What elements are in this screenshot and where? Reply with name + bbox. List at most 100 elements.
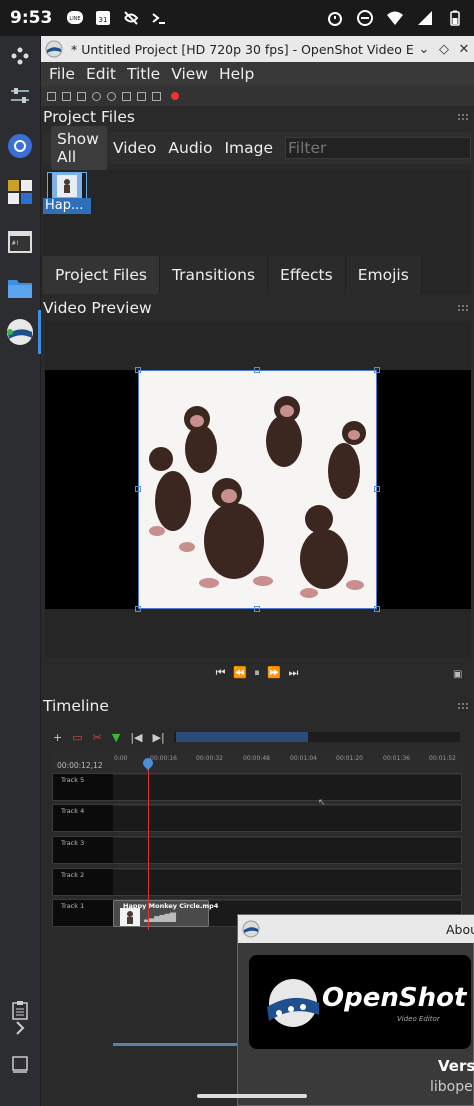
about-dialog-titlebar[interactable]: Abou — [238, 915, 474, 943]
transform-handle[interactable] — [374, 486, 380, 492]
project-files-list: Hap... — [43, 170, 471, 256]
pause-icon[interactable]: ⏸ — [254, 666, 262, 679]
filter-video-button[interactable]: Video — [107, 135, 162, 161]
chromium-icon[interactable] — [4, 130, 36, 162]
filter-input[interactable] — [285, 137, 471, 159]
transform-handle[interactable] — [254, 606, 260, 612]
razor-icon[interactable]: ✂ — [93, 731, 102, 744]
jump-start-icon[interactable]: ⏮ — [216, 666, 228, 679]
project-file-item[interactable]: Hap... — [43, 170, 91, 214]
filter-audio-button[interactable]: Audio — [162, 135, 218, 161]
timeline-ruler[interactable]: 00:00:12,12 0:00 00:00:16 00:00:32 00:00… — [52, 752, 464, 774]
logo-subtitle: Video Editor — [397, 1015, 440, 1023]
svg-text:LINE: LINE — [70, 16, 81, 22]
playback-controls: ⏮ ⏪ ⏸ ⏩ ⏭ — [45, 666, 471, 682]
svg-text:31: 31 — [99, 16, 108, 24]
transform-handle[interactable] — [374, 606, 380, 612]
undo-icon[interactable] — [92, 91, 101, 101]
minimize-button[interactable]: ⌄ — [414, 42, 434, 57]
chevron-right-icon[interactable] — [4, 1012, 36, 1044]
playhead-line[interactable] — [148, 760, 149, 930]
ruler-tick-label: 00:00:32 — [196, 755, 223, 762]
snapshot-icon[interactable]: ▣ — [453, 669, 462, 680]
rewind-icon[interactable]: ⏪ — [233, 666, 249, 679]
file-manager-icon[interactable] — [4, 272, 36, 304]
transform-handle[interactable] — [374, 367, 380, 373]
menu-help[interactable]: Help — [219, 65, 254, 83]
timeline-timecode: 00:00:12,12 — [57, 761, 103, 770]
export-record-icon[interactable] — [171, 92, 179, 100]
window-titlebar[interactable]: * Untitled Project [HD 720p 30 fps] - Op… — [41, 36, 474, 62]
monkey-circle-image — [139, 371, 376, 608]
status-time: 9:53 — [10, 8, 53, 28]
app-grid-icon[interactable] — [4, 176, 36, 208]
timeline-track[interactable]: Track 4 — [52, 804, 462, 832]
logo-wordmark: OpenShot — [322, 983, 467, 1013]
fullscreen-icon[interactable] — [152, 91, 161, 101]
video-frame[interactable] — [138, 370, 377, 609]
timeline-track[interactable]: Track 2 — [52, 868, 462, 896]
timeline-track[interactable]: Track 3 — [52, 836, 462, 864]
dnd-icon — [357, 10, 373, 26]
menu-title[interactable]: Title — [127, 65, 160, 83]
filter-image-button[interactable]: Image — [218, 135, 279, 161]
menu-edit[interactable]: Edit — [86, 65, 116, 83]
project-files-title: Project Files — [43, 108, 135, 126]
keep-above-button[interactable]: ◇ — [434, 42, 454, 57]
tab-effects[interactable]: Effects — [268, 256, 346, 294]
connectivity-off-icon — [124, 11, 139, 25]
transform-handle[interactable] — [135, 367, 141, 373]
tab-transitions[interactable]: Transitions — [160, 256, 269, 294]
redo-icon[interactable] — [107, 91, 116, 101]
alarm-icon — [328, 12, 342, 26]
timeline-zoom-slider[interactable] — [174, 732, 460, 742]
panel-dock-control[interactable] — [458, 114, 468, 120]
terminal-app-icon[interactable]: #! — [4, 226, 36, 258]
website-text[interactable]: libopen — [430, 1079, 474, 1095]
next-marker-icon[interactable]: ▶| — [152, 731, 164, 744]
add-marker-icon[interactable]: ▼ — [112, 731, 120, 744]
previous-marker-icon[interactable]: |◀ — [130, 731, 142, 744]
track-label: Track 2 — [53, 869, 113, 895]
open-project-icon[interactable] — [62, 91, 71, 101]
track-label: Track 1 — [53, 900, 113, 926]
audio-waveform-icon: ▂▃▅▆▇█ — [144, 913, 176, 922]
gesture-navigation-bar[interactable] — [197, 1094, 307, 1098]
app-launcher-icon[interactable] — [4, 40, 36, 72]
panel-dock-control[interactable] — [458, 305, 468, 311]
zoom-range[interactable] — [176, 732, 308, 742]
openshot-logo-icon — [242, 920, 260, 938]
close-button[interactable]: ✕ — [454, 42, 474, 57]
filter-show-all-button[interactable]: Show All — [51, 126, 107, 170]
menu-file[interactable]: File — [49, 65, 75, 83]
ruler-tick-label: 0:00 — [114, 755, 128, 762]
menu-view[interactable]: View — [171, 65, 208, 83]
status-bar: 9:53 LINE 31 — [0, 0, 474, 36]
tab-project-files[interactable]: Project Files — [43, 256, 160, 294]
openshot-logo-icon — [45, 40, 63, 58]
taskbar-dock: #! — [0, 36, 41, 1106]
show-desktop-icon[interactable] — [4, 1048, 36, 1080]
save-project-icon[interactable] — [77, 91, 86, 101]
import-files-icon[interactable] — [122, 91, 131, 101]
transform-handle[interactable] — [254, 367, 260, 373]
jump-end-icon[interactable]: ⏭ — [288, 666, 300, 679]
openshot-logo-banner: OpenShot Video Editor — [249, 955, 471, 1049]
fast-forward-icon[interactable]: ⏩ — [267, 666, 283, 679]
tab-emojis[interactable]: Emojis — [346, 256, 422, 294]
transform-handle[interactable] — [135, 486, 141, 492]
timeline-track[interactable]: Track 5 — [52, 773, 462, 801]
new-project-icon[interactable] — [47, 91, 56, 101]
ruler-tick-label: 00:00:16 — [150, 755, 177, 762]
snap-icon[interactable]: ▭ — [72, 731, 82, 744]
video-preview-area[interactable] — [45, 321, 471, 657]
openshot-app-icon[interactable] — [4, 316, 36, 348]
timeline-clip[interactable]: Happy Monkey Circle.mp4 ▂▃▅▆▇█ — [113, 900, 218, 927]
track-label: Track 4 — [53, 805, 113, 831]
settings-sliders-icon[interactable] — [4, 80, 36, 112]
profile-icon[interactable] — [137, 91, 146, 101]
panel-dock-control[interactable] — [458, 703, 468, 709]
timeline-horizontal-scrollbar[interactable] — [113, 1043, 253, 1046]
transform-handle[interactable] — [135, 606, 141, 612]
add-track-icon[interactable]: + — [53, 731, 62, 744]
